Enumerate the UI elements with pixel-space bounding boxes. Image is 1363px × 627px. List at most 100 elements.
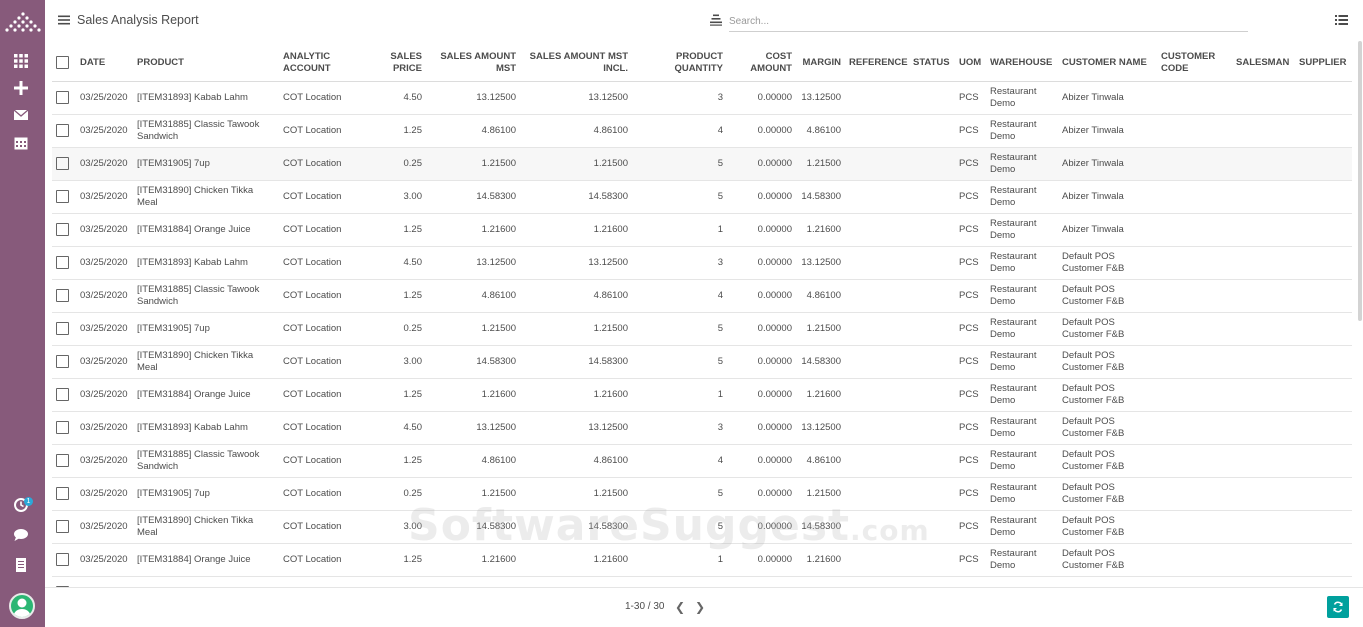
row-checkbox[interactable] bbox=[56, 321, 69, 335]
column-header-uom[interactable]: UOM bbox=[955, 45, 986, 82]
row-checkbox-cell[interactable] bbox=[52, 213, 76, 247]
table-row[interactable]: 03/25/2020 [ITEM31905] 7up COT Location 0.2… bbox=[52, 477, 1352, 511]
cell-supplier bbox=[1295, 114, 1352, 148]
table-row[interactable]: 03/25/2020 [ITEM31890] Chicken Tikka Meal… bbox=[52, 510, 1352, 544]
cell-status bbox=[909, 576, 955, 587]
select-all-checkbox-cell[interactable] bbox=[52, 45, 76, 82]
select-all-checkbox[interactable] bbox=[56, 56, 69, 70]
column-header-customer-name[interactable]: Customer Name bbox=[1058, 45, 1157, 82]
table-row[interactable]: 03/25/2020 [ITEM31884] Orange Juice COT Lo… bbox=[52, 543, 1352, 577]
grid-icon[interactable] bbox=[12, 52, 30, 70]
cell-supplier bbox=[1295, 345, 1352, 379]
cell-product-quantity: 5 bbox=[632, 180, 727, 214]
column-header-supplier[interactable]: Supplier bbox=[1295, 45, 1352, 82]
row-checkbox-cell[interactable] bbox=[52, 411, 76, 445]
column-header-sales-price[interactable]: Sales Price bbox=[371, 45, 426, 82]
envelope-icon[interactable] bbox=[12, 106, 30, 124]
filter-icon[interactable] bbox=[710, 14, 722, 26]
table-row[interactable]: 03/25/2020 [ITEM31890] Chicken Tikka Meal… bbox=[52, 180, 1352, 214]
cell-date: 03/25/2020 bbox=[76, 510, 133, 544]
row-checkbox-cell[interactable] bbox=[52, 246, 76, 280]
vertical-scrollbar[interactable] bbox=[1358, 41, 1362, 321]
column-header-customer-code[interactable]: Customer Code bbox=[1157, 45, 1232, 82]
row-checkbox[interactable] bbox=[56, 90, 69, 104]
row-checkbox[interactable] bbox=[56, 519, 69, 533]
row-checkbox[interactable] bbox=[56, 420, 69, 434]
row-checkbox-cell[interactable] bbox=[52, 345, 76, 379]
row-checkbox-cell[interactable] bbox=[52, 444, 76, 478]
list-view-icon[interactable] bbox=[1335, 14, 1348, 26]
column-header-product-quantity[interactable]: Product Quantity bbox=[632, 45, 727, 82]
row-checkbox[interactable] bbox=[56, 453, 69, 467]
table-row[interactable]: 03/25/2020 [ITEM31885] Classic Tawook San… bbox=[52, 279, 1352, 313]
chat-icon[interactable] bbox=[12, 526, 30, 544]
column-header-salesman[interactable]: Salesman bbox=[1232, 45, 1295, 82]
column-header-analytic-account[interactable]: Analytic Account bbox=[279, 45, 371, 82]
row-checkbox-cell[interactable] bbox=[52, 279, 76, 313]
table-row[interactable]: 03/25/2020 [ITEM31893] Kabab Lahm COT Loca… bbox=[52, 246, 1352, 280]
row-checkbox-cell[interactable] bbox=[52, 543, 76, 577]
row-checkbox-cell[interactable] bbox=[52, 147, 76, 181]
column-header-status[interactable]: Status bbox=[909, 45, 955, 82]
table-row[interactable]: 03/25/2020 [ITEM31893] Kabab Lahm COT Loca… bbox=[52, 411, 1352, 445]
cell-customer-code bbox=[1157, 345, 1232, 379]
row-checkbox[interactable] bbox=[56, 354, 69, 368]
table-row[interactable]: 03/25/2020 [ITEM31885] Classic Tawook San… bbox=[52, 444, 1352, 478]
column-header-cost-amount[interactable]: Cost Amount bbox=[727, 45, 796, 82]
table-row[interactable]: 03/25/2020 [ITEM31905] 7up COT Location 0.2… bbox=[52, 312, 1352, 346]
table-row[interactable]: 03/25/2020 [ITEM31884] Orange Juice COT Lo… bbox=[52, 213, 1352, 247]
app-logo-icon[interactable] bbox=[5, 11, 41, 35]
table-row[interactable]: 03/25/2020 [ITEM31890] Chicken Tikka Meal… bbox=[52, 345, 1352, 379]
row-checkbox[interactable] bbox=[56, 123, 69, 137]
cell-sales-price: 0.25 bbox=[371, 477, 426, 511]
row-checkbox[interactable] bbox=[56, 222, 69, 236]
column-header-date[interactable]: Date bbox=[76, 45, 133, 82]
table-row[interactable]: 03/25/2020 [ITEM31885] Classic Tawook San… bbox=[52, 114, 1352, 148]
table-row[interactable]: [ITEM31899] Spicy Kabab With RestaurantDe… bbox=[52, 576, 1352, 587]
plus-icon[interactable] bbox=[12, 79, 30, 97]
table-row[interactable]: 03/25/2020 [ITEM31884] Orange Juice COT Lo… bbox=[52, 378, 1352, 412]
row-checkbox-cell[interactable] bbox=[52, 81, 76, 115]
column-header-sales-amount-incl[interactable]: Sales Amount MST Incl. bbox=[520, 45, 632, 82]
column-header-warehouse[interactable]: Warehouse bbox=[986, 45, 1058, 82]
row-checkbox[interactable] bbox=[56, 387, 69, 401]
pager-value[interactable]: 1-30 / 30 bbox=[625, 601, 664, 612]
table-row[interactable]: 03/25/2020 [ITEM31893] Kabab Lahm COT Loca… bbox=[52, 81, 1352, 115]
column-header-sales-amount[interactable]: Sales Amount MST bbox=[426, 45, 520, 82]
search-input[interactable] bbox=[729, 11, 1248, 32]
row-checkbox-cell[interactable] bbox=[52, 114, 76, 148]
row-checkbox-cell[interactable] bbox=[52, 312, 76, 346]
refresh-button[interactable] bbox=[1327, 596, 1349, 618]
row-checkbox-cell[interactable] bbox=[52, 180, 76, 214]
row-checkbox[interactable] bbox=[56, 156, 69, 170]
cell-uom: PCS bbox=[955, 543, 986, 577]
row-checkbox-cell[interactable] bbox=[52, 510, 76, 544]
hamburger-menu-icon[interactable] bbox=[58, 14, 70, 26]
cell-cost-amount: 0.00000 bbox=[727, 312, 796, 346]
column-header-reference[interactable]: Reference bbox=[845, 45, 909, 82]
pager-previous-icon[interactable]: ❮ bbox=[675, 600, 685, 614]
pager-next-icon[interactable]: ❯ bbox=[695, 600, 705, 614]
column-header-margin[interactable]: Margin bbox=[796, 45, 845, 82]
row-checkbox[interactable] bbox=[56, 189, 69, 203]
cell-salesman bbox=[1232, 576, 1295, 587]
row-checkbox-cell[interactable] bbox=[52, 477, 76, 511]
row-checkbox[interactable] bbox=[56, 255, 69, 269]
cell-customer-name: Default POS bbox=[1058, 576, 1157, 587]
row-checkbox[interactable] bbox=[56, 552, 69, 566]
cell-reference bbox=[845, 147, 909, 181]
cell-reference bbox=[845, 81, 909, 115]
table-row[interactable]: 03/25/2020 [ITEM31905] 7up COT Location 0.2… bbox=[52, 147, 1352, 181]
table-header-row: Date Product Analytic Account Sales Pric… bbox=[52, 45, 1352, 82]
column-header-product[interactable]: Product bbox=[133, 45, 279, 82]
row-checkbox-cell[interactable] bbox=[52, 576, 76, 587]
row-checkbox-cell[interactable] bbox=[52, 378, 76, 412]
row-checkbox[interactable] bbox=[56, 288, 69, 302]
cell-uom: PCS bbox=[955, 510, 986, 544]
row-checkbox[interactable] bbox=[56, 486, 69, 500]
cell-supplier bbox=[1295, 576, 1352, 587]
document-icon[interactable] bbox=[12, 556, 30, 574]
calendar-icon[interactable] bbox=[12, 134, 30, 152]
avatar[interactable] bbox=[9, 593, 35, 619]
cell-margin: 14.58300 bbox=[796, 180, 845, 214]
